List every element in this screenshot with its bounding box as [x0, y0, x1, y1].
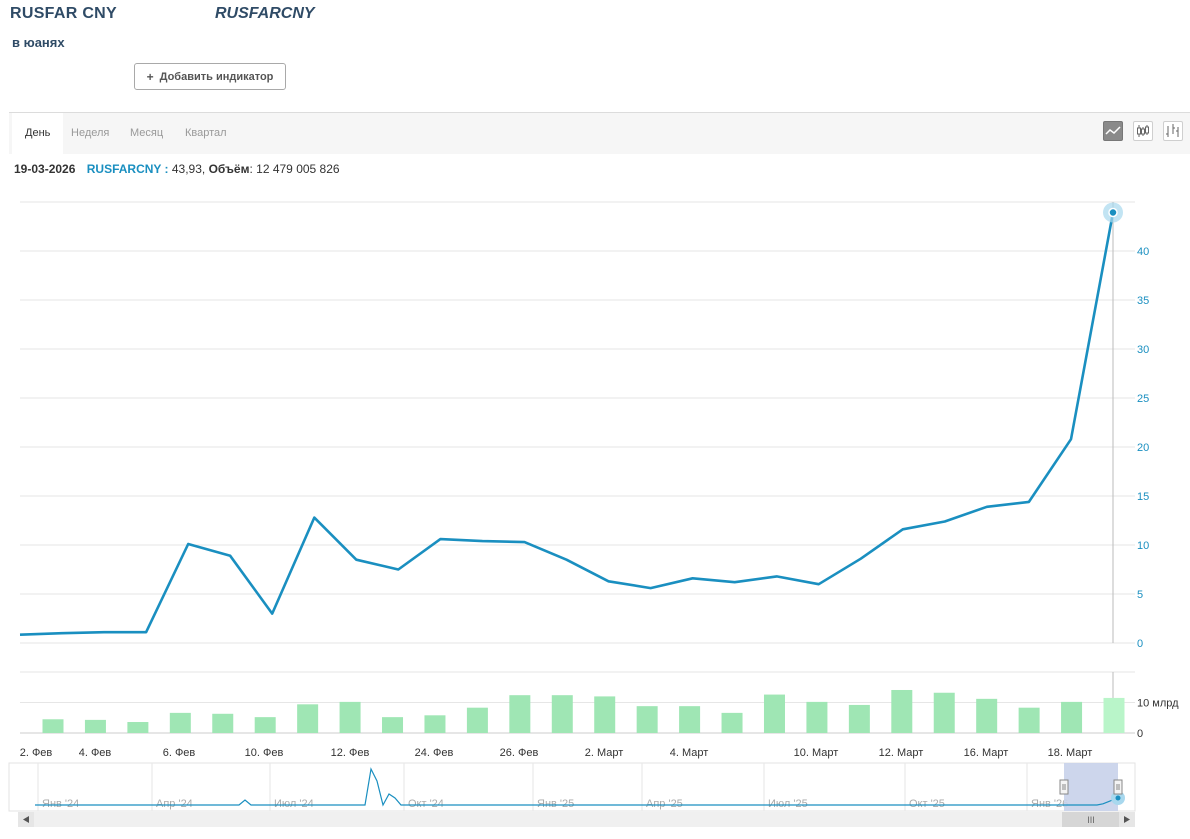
navigator-label: Окт '24: [408, 798, 444, 810]
y-tick-label: 40: [1137, 246, 1149, 258]
volume-bar: [763, 694, 785, 733]
y-tick-label: 15: [1137, 491, 1149, 503]
x-tick-label: 18. Март: [1048, 747, 1093, 759]
navigator-label: Апр '25: [646, 798, 683, 810]
volume-bar: [679, 706, 701, 733]
x-tick-label: 26. Фев: [500, 747, 539, 759]
volume-bar: [339, 701, 361, 733]
volume-bar: [976, 698, 998, 733]
y-tick-label: 10: [1137, 540, 1149, 552]
x-tick-label: 4. Фев: [79, 747, 112, 759]
y-tick-label: 20: [1137, 442, 1149, 454]
navigator-label: Апр '24: [156, 798, 193, 810]
volume-bar: [551, 695, 573, 733]
navigator-handle[interactable]: [1113, 779, 1123, 795]
navigator-label: Янв '25: [537, 798, 574, 810]
navigator-label: Янв '26: [1031, 798, 1068, 810]
price-chart[interactable]: 0 5 10 15 20 25 30 35 40 0 10 млрд 2. Фев 4. Фев 6. Ф…: [0, 0, 1190, 839]
volume-bar: [382, 717, 404, 733]
volume-bar: [1061, 701, 1083, 733]
volume-tick-label: 0: [1137, 728, 1143, 740]
y-tick-label: 35: [1137, 295, 1149, 307]
volume-bar: [84, 719, 106, 733]
x-tick-label: 4. Март: [670, 747, 709, 759]
x-tick-label: 10. Март: [794, 747, 839, 759]
volume-bar: [1103, 697, 1125, 733]
x-tick-label: 10. Фев: [245, 747, 284, 759]
volume-bar: [933, 692, 955, 733]
volume-bar: [169, 712, 191, 733]
volume-bar: [254, 717, 276, 733]
volume-bar: [424, 715, 446, 733]
x-tick-label: 12. Фев: [331, 747, 370, 759]
volume-bar: [806, 701, 828, 733]
volume-bar: [212, 713, 234, 733]
x-tick-label: 24. Фев: [415, 747, 454, 759]
volume-bar: [42, 719, 64, 733]
navigator-label: Июл '25: [768, 798, 808, 810]
volume-bar: [721, 712, 743, 733]
x-tick-label: 2. Фев: [20, 747, 53, 759]
navigator-label: Июл '24: [274, 798, 314, 810]
price-series-line: [19, 212, 1115, 636]
x-tick-label: 16. Март: [964, 747, 1009, 759]
navigator-label: Окт '25: [909, 798, 945, 810]
y-tick-label: 0: [1137, 638, 1143, 650]
navigator-selection[interactable]: [1064, 763, 1118, 811]
volume-tick-label: 10 млрд: [1137, 698, 1179, 710]
volume-bar: [636, 706, 658, 733]
x-tick-label: 2. Март: [585, 747, 624, 759]
volume-bar: [1018, 707, 1040, 733]
volume-bar: [297, 704, 319, 733]
navigator-handle[interactable]: [1059, 779, 1069, 795]
navigator-last-point: [1115, 795, 1121, 801]
scrollbar-track[interactable]: [18, 812, 1135, 827]
volume-bar: [891, 689, 913, 733]
volume-bar: [594, 696, 616, 733]
volume-bar: [509, 695, 531, 733]
volume-bar: [127, 722, 149, 733]
last-point-marker[interactable]: [1108, 207, 1118, 218]
x-tick-label: 12. Март: [879, 747, 924, 759]
y-tick-label: 5: [1137, 589, 1143, 601]
x-tick-label: 6. Фев: [163, 747, 196, 759]
volume-bar: [466, 707, 488, 733]
navigator-label: Янв '24: [42, 798, 79, 810]
y-tick-label: 30: [1137, 344, 1149, 356]
y-tick-label: 25: [1137, 393, 1149, 405]
volume-bar: [848, 704, 870, 733]
scrollbar-grip: III: [1087, 815, 1095, 825]
